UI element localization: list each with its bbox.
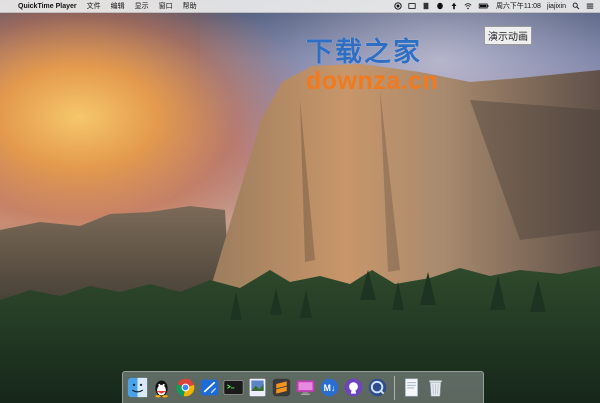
svg-text:M↓: M↓ bbox=[324, 383, 336, 393]
spotlight-search-icon[interactable] bbox=[572, 2, 580, 10]
watermark: 下载之家 downza.cn bbox=[306, 37, 439, 95]
qq-status-icon[interactable] bbox=[436, 2, 444, 10]
desktop-wallpaper bbox=[0, 0, 600, 403]
dock-separator bbox=[394, 375, 395, 400]
xcode-icon[interactable] bbox=[199, 376, 220, 400]
dock: M↓ bbox=[122, 371, 484, 403]
menu-file[interactable]: 文件 bbox=[87, 1, 101, 11]
documents-icon[interactable] bbox=[401, 376, 422, 400]
notification-center-icon[interactable] bbox=[586, 2, 594, 10]
quicktime-icon[interactable] bbox=[367, 376, 388, 400]
markdown-icon[interactable]: M↓ bbox=[319, 376, 340, 400]
mountain-illustration bbox=[0, 64, 600, 403]
display-icon[interactable] bbox=[408, 2, 416, 10]
app-menu[interactable]: QuickTime Player bbox=[18, 3, 77, 10]
monitor-icon[interactable] bbox=[295, 376, 316, 400]
upload-icon[interactable] bbox=[450, 2, 458, 10]
battery-icon[interactable] bbox=[478, 2, 490, 10]
preview-icon[interactable] bbox=[247, 376, 268, 400]
user-menu[interactable]: jiajixin bbox=[547, 3, 566, 10]
menu-edit[interactable]: 编辑 bbox=[111, 1, 125, 11]
qq-icon[interactable] bbox=[151, 376, 172, 400]
bookmark-icon[interactable] bbox=[422, 2, 430, 10]
watermark-chinese: 下载之家 bbox=[306, 37, 422, 68]
menu-bar: QuickTime Player 文件 编辑 显示 窗口 帮助 周六下午11:0… bbox=[0, 0, 600, 13]
recording-icon[interactable] bbox=[394, 2, 402, 10]
watermark-english: downza.cn bbox=[306, 67, 439, 95]
finder-icon[interactable] bbox=[127, 376, 148, 400]
wifi-icon[interactable] bbox=[464, 2, 472, 10]
demo-label: 演示动画 bbox=[484, 26, 532, 45]
chrome-icon[interactable] bbox=[175, 376, 196, 400]
menu-help[interactable]: 帮助 bbox=[183, 1, 197, 11]
github-icon[interactable] bbox=[343, 376, 364, 400]
menu-view[interactable]: 显示 bbox=[135, 1, 149, 11]
terminal-icon[interactable] bbox=[223, 376, 244, 400]
sublime-text-icon[interactable] bbox=[271, 376, 292, 400]
trash-icon[interactable] bbox=[425, 376, 446, 400]
menu-clock[interactable]: 周六下午11:08 bbox=[496, 1, 541, 11]
menu-window[interactable]: 窗口 bbox=[159, 1, 173, 11]
